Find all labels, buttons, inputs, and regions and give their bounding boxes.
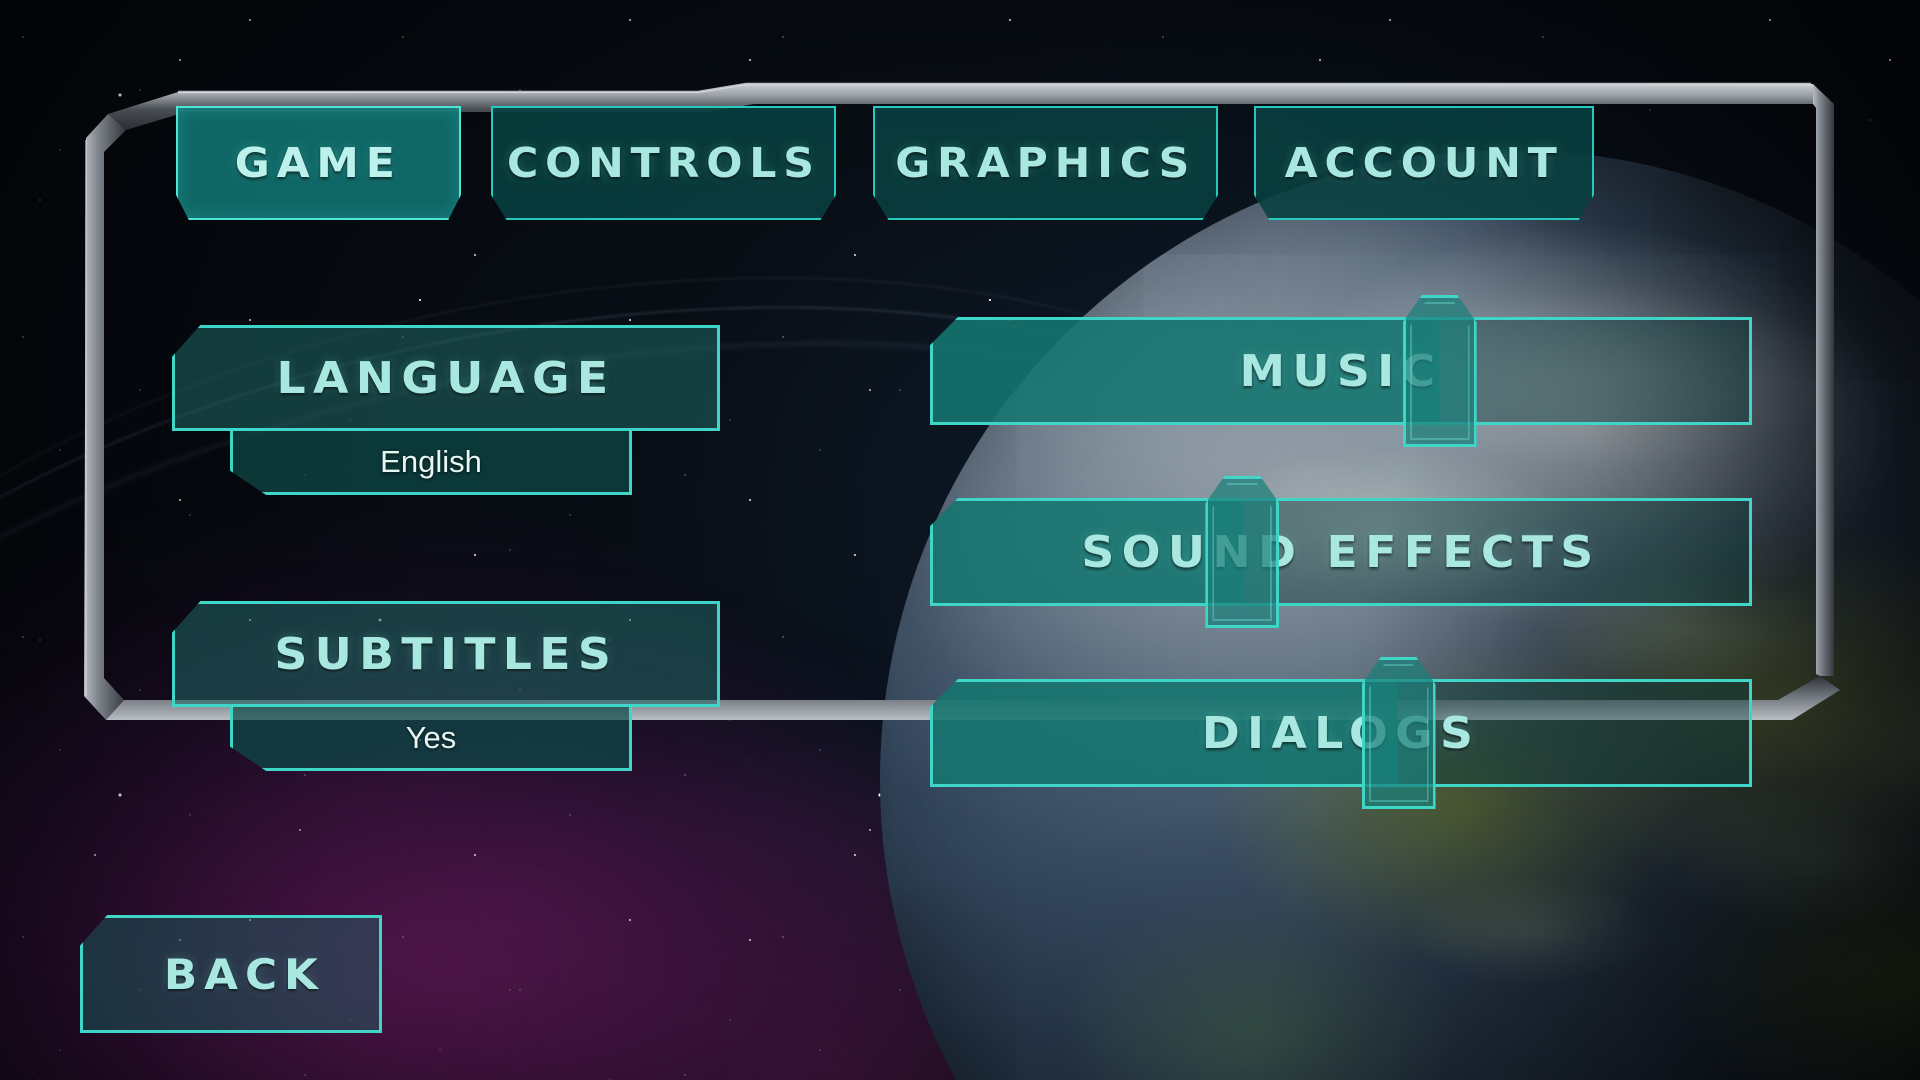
back-button-label: BACK — [163, 949, 325, 999]
slider-music[interactable]: MUSIC — [930, 295, 1752, 447]
subtitles-value-box[interactable]: Yes — [230, 707, 632, 771]
subtitles-value: Yes — [405, 719, 457, 755]
back-button[interactable]: BACK — [80, 915, 382, 1033]
option-group-subtitles: SUBTITLES Yes — [172, 601, 720, 771]
subtitles-button[interactable]: SUBTITLES — [172, 601, 720, 707]
language-button[interactable]: LANGUAGE — [172, 325, 720, 431]
tab-account-label: ACCOUNT — [1284, 139, 1564, 187]
tab-game-label: GAME — [235, 139, 402, 187]
tab-controls[interactable]: CONTROLS — [491, 106, 836, 220]
tab-graphics-label: GRAPHICS — [894, 139, 1197, 187]
tab-game[interactable]: GAME — [176, 106, 461, 220]
slider-dialogs-fill — [933, 682, 1399, 784]
language-value: English — [380, 443, 482, 479]
language-label: LANGUAGE — [276, 352, 616, 404]
tab-graphics[interactable]: GRAPHICS — [873, 106, 1218, 220]
slider-dialogs[interactable]: DIALOGS — [930, 657, 1752, 809]
option-group-language: LANGUAGE English — [172, 325, 720, 495]
tab-controls-label: CONTROLS — [506, 139, 821, 187]
slider-sound-effects-track[interactable] — [930, 498, 1752, 606]
slider-sound-effects-handle[interactable] — [1205, 476, 1280, 628]
language-value-box[interactable]: English — [230, 431, 632, 495]
slider-sound-effects[interactable]: SOUND EFFECTS — [930, 476, 1752, 628]
tab-account[interactable]: ACCOUNT — [1254, 106, 1594, 220]
slider-sound-effects-fill — [933, 501, 1244, 603]
slider-music-handle[interactable] — [1402, 295, 1477, 447]
settings-tab-bar: GAME CONTROLS GRAPHICS ACCOUNT — [78, 78, 1848, 223]
slider-music-fill — [933, 320, 1439, 422]
subtitles-label: SUBTITLES — [274, 628, 618, 680]
slider-music-track[interactable] — [930, 317, 1752, 425]
slider-dialogs-handle[interactable] — [1361, 657, 1436, 809]
slider-dialogs-track[interactable] — [930, 679, 1752, 787]
